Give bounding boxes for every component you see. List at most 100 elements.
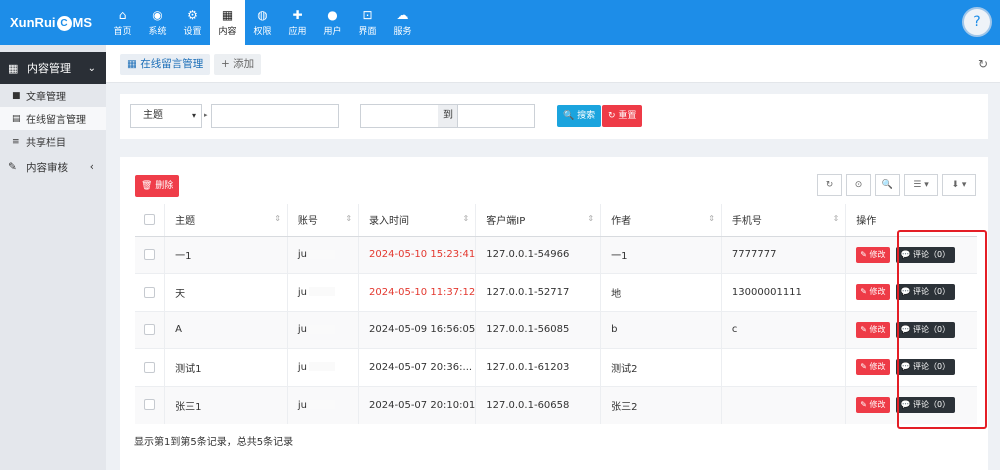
- chevron-down-icon: ▾: [191, 111, 196, 120]
- header-checkbox: [135, 204, 165, 237]
- sidebar-item-guestbook[interactable]: ▤ 在线留言管理: [0, 107, 106, 130]
- keyword-input[interactable]: [211, 104, 339, 128]
- header-label: 客户端IP: [486, 216, 526, 228]
- delete-button[interactable]: 🗑 删除: [135, 175, 180, 197]
- header-author[interactable]: 作者 ⇕: [600, 204, 722, 237]
- cell-account: ju: [286, 273, 359, 311]
- sort-icon[interactable]: ⇕: [274, 214, 281, 223]
- subject-value: 一1: [175, 251, 192, 263]
- reset-button[interactable]: ↻ 重置: [602, 105, 643, 127]
- account-value: ju: [297, 286, 308, 298]
- edit-button[interactable]: ✎ 修改: [856, 321, 890, 338]
- sidebar-group-label: 内容审核: [26, 161, 68, 174]
- header-phone[interactable]: 手机号 ⇕: [720, 204, 846, 237]
- sort-icon[interactable]: ⇕: [587, 214, 594, 223]
- export-icon[interactable]: ⬇ ▾: [942, 174, 976, 196]
- cell-phone: 7777777: [720, 235, 846, 274]
- avatar[interactable]: ?: [962, 7, 992, 37]
- grid-icon: ▦: [8, 61, 19, 75]
- cell-account: ju: [286, 235, 359, 274]
- nav-item-8[interactable]: ☁ 服务: [385, 0, 420, 45]
- time-value: 2024-05-07 20:36:...: [369, 361, 473, 373]
- columns-icon[interactable]: ☰ ▾: [904, 174, 938, 196]
- globe-icon: ◉: [152, 8, 163, 22]
- tab-add[interactable]: + 添加: [214, 54, 262, 75]
- nav-item-5[interactable]: ✚ 应用: [280, 0, 315, 45]
- edit-button[interactable]: ✎ 修改: [856, 397, 890, 413]
- header-ip[interactable]: 客户端IP ⇕: [475, 204, 601, 237]
- ip-value: 127.0.0.1-60658: [486, 399, 570, 411]
- sidebar-head-content-management[interactable]: ▦ 内容管理 ⌄: [0, 52, 106, 84]
- row-checkbox[interactable]: [144, 324, 155, 335]
- sidebar-group-content-review[interactable]: ✎ 内容审核 ‹: [0, 153, 106, 181]
- toggle-icon[interactable]: ⊙: [846, 174, 871, 196]
- sidebar-item-shared-columns[interactable]: ≡ 共享栏目: [0, 130, 106, 153]
- nav-item-label: 界面: [358, 27, 377, 37]
- phone-value: c: [731, 324, 738, 336]
- nav-item-7[interactable]: ⊡ 界面: [350, 0, 385, 45]
- row-checkbox[interactable]: [144, 399, 155, 411]
- field-select[interactable]: 主题 ▾: [130, 104, 202, 128]
- nav-item-1[interactable]: ◉ 系统: [140, 0, 175, 45]
- cell-account: ju: [286, 310, 359, 349]
- date-end-input[interactable]: [457, 104, 535, 128]
- author-value: 地: [611, 288, 622, 300]
- cell-author: b: [600, 310, 722, 349]
- row-checkbox[interactable]: [144, 361, 155, 373]
- nav-item-6[interactable]: ● 用户: [315, 0, 350, 45]
- cell-ip: 127.0.0.1-52717: [475, 273, 601, 311]
- sidebar-item-articles[interactable]: ■ 文章管理: [0, 84, 106, 107]
- cell-ip: 127.0.0.1-54966: [475, 235, 601, 274]
- time-value: 2024-05-07 20:10:01: [369, 399, 476, 411]
- search-button[interactable]: 🔍 搜索: [557, 105, 602, 127]
- header-label: 作者: [611, 216, 632, 228]
- sort-icon[interactable]: ⇕: [833, 214, 840, 223]
- header-label: 主题: [175, 216, 196, 228]
- edit-button[interactable]: ✎ 修改: [856, 246, 890, 263]
- row-checkbox[interactable]: [144, 286, 155, 298]
- header-subject[interactable]: 主题 ⇕: [164, 204, 288, 237]
- table-toolbar: ↻ ⊙ 🔍 ☰ ▾ ⬇ ▾: [813, 174, 976, 196]
- refresh-table-icon[interactable]: ↻: [817, 174, 842, 196]
- caret-right-icon: ▸: [204, 111, 208, 119]
- header-time[interactable]: 录入时间 ⇕: [358, 204, 476, 237]
- redacted-mask: [309, 362, 336, 372]
- logo[interactable]: XunRui C MS: [10, 0, 100, 45]
- pagination-summary: 显示第1到第5条记录，总共5条记录: [134, 437, 294, 448]
- search-toggle-icon[interactable]: 🔍: [875, 174, 900, 196]
- ip-value: 127.0.0.1-54966: [486, 249, 570, 261]
- account-value: ju: [297, 324, 308, 336]
- tab-guestbook[interactable]: ▦ 在线留言管理: [120, 54, 211, 75]
- sort-icon[interactable]: ⇕: [463, 214, 470, 223]
- row-checkbox[interactable]: [144, 249, 155, 260]
- nav-item-label: 首页: [113, 27, 132, 37]
- select-all-checkbox[interactable]: [144, 214, 155, 225]
- nav-item-4[interactable]: ◍ 权限: [245, 0, 280, 45]
- sort-icon[interactable]: ⇕: [345, 214, 352, 223]
- subject-value: 张三1: [175, 401, 202, 413]
- header-label: 账号: [297, 216, 318, 228]
- nav-item-0[interactable]: ⌂ 首页: [105, 0, 140, 45]
- edit-button[interactable]: ✎ 修改: [856, 359, 890, 376]
- author-value: 测试2: [611, 363, 638, 375]
- cell-time: 2024-05-10 11:37:12: [358, 273, 476, 311]
- row-checkbox-cell: [135, 273, 165, 311]
- sort-icon[interactable]: ⇕: [708, 214, 715, 223]
- refresh-icon[interactable]: ↻: [978, 57, 988, 71]
- date-start-input[interactable]: [360, 104, 439, 128]
- edit-button[interactable]: ✎ 修改: [856, 284, 890, 301]
- cell-phone: c: [720, 310, 846, 349]
- cell-phone: [720, 385, 846, 424]
- header-label: 手机号: [731, 216, 762, 228]
- nav-item-label: 系统: [148, 27, 167, 37]
- cell-author: 地: [600, 273, 722, 311]
- header-label: 录入时间: [369, 216, 410, 228]
- nav-item-3[interactable]: ▦ 内容: [210, 0, 245, 45]
- header-account[interactable]: 账号 ⇕: [286, 204, 359, 237]
- cell-subject: 张三1: [164, 385, 288, 424]
- table-row: Aju 2024-05-09 16:56:05 127.0.0.1-56085 b c ✎…: [135, 310, 977, 349]
- account-value: ju: [297, 249, 308, 261]
- nav-item-2[interactable]: ⚙ 设置: [175, 0, 210, 45]
- author-value: b: [611, 324, 618, 336]
- subject-value: 天: [175, 288, 186, 300]
